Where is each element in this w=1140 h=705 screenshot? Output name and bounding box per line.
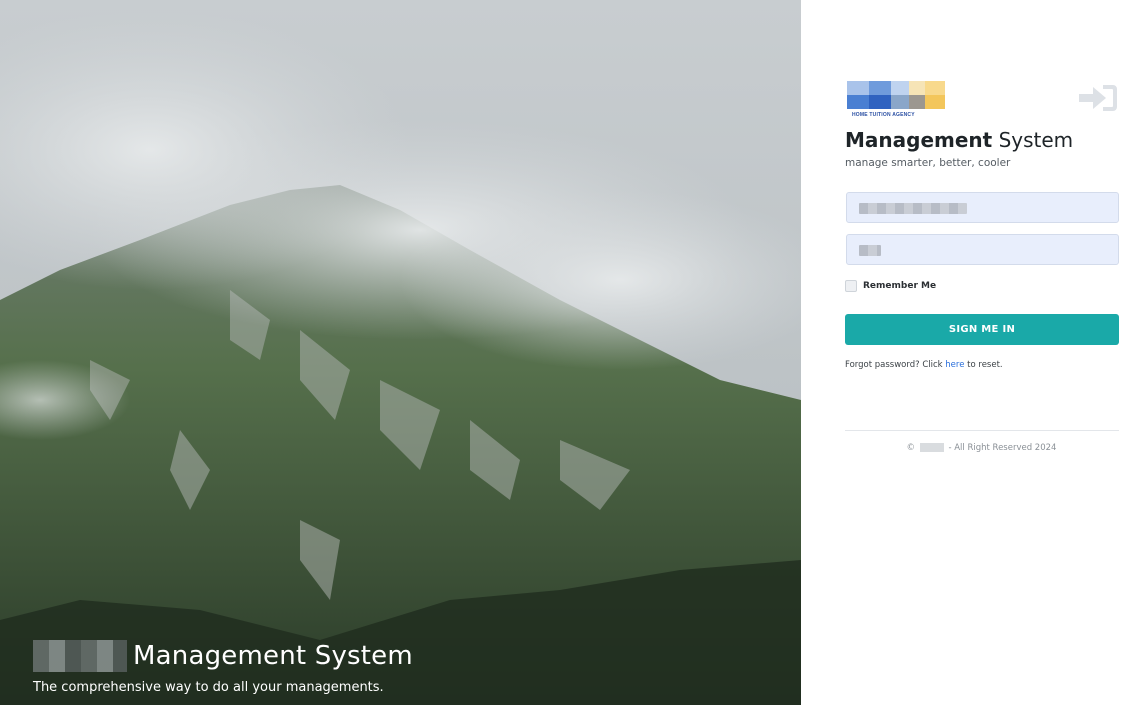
panel-title-light: System xyxy=(998,128,1074,152)
hero-background: Management System The comprehensive way … xyxy=(0,0,801,705)
mountain-illustration xyxy=(0,0,801,705)
hero-subtitle: The comprehensive way to do all your man… xyxy=(33,680,384,695)
sign-in-button[interactable]: SIGN ME IN xyxy=(845,314,1119,345)
reset-password-link[interactable]: here xyxy=(945,360,964,370)
login-panel: HOME TUITION AGENCY Management System ma… xyxy=(801,0,1140,705)
password-field[interactable] xyxy=(846,234,1119,265)
hero-caption: Management System The comprehensive way … xyxy=(33,638,413,695)
panel-title-bold: Management xyxy=(845,128,993,152)
password-value-redacted xyxy=(859,245,881,256)
copyright-symbol: © xyxy=(906,443,916,453)
company-name-redacted xyxy=(919,443,944,452)
brand-logo-text: HOME TUITION AGENCY xyxy=(852,112,915,118)
panel-title: Management System xyxy=(845,128,1073,152)
forgot-prefix: Forgot password? Click xyxy=(845,360,946,370)
forgot-suffix: to reset. xyxy=(964,360,1003,370)
footer-divider xyxy=(845,430,1119,431)
email-value-redacted xyxy=(859,203,967,214)
panel-tagline: manage smarter, better, cooler xyxy=(845,157,1011,169)
forgot-password-text: Forgot password? Click here to reset. xyxy=(845,360,1003,370)
hero-logo-redacted xyxy=(33,640,127,672)
remember-me-label: Remember Me xyxy=(863,281,937,291)
hero-title: Management System xyxy=(133,641,413,671)
email-field[interactable] xyxy=(846,192,1119,223)
remember-me-checkbox[interactable] xyxy=(845,280,857,292)
footer: © - All Right Reserved 2024 xyxy=(801,443,1140,453)
remember-me[interactable]: Remember Me xyxy=(845,280,936,292)
sign-in-icon xyxy=(1077,82,1119,114)
footer-text: - All Right Reserved 2024 xyxy=(948,443,1057,453)
brand-logo: HOME TUITION AGENCY xyxy=(847,81,947,119)
